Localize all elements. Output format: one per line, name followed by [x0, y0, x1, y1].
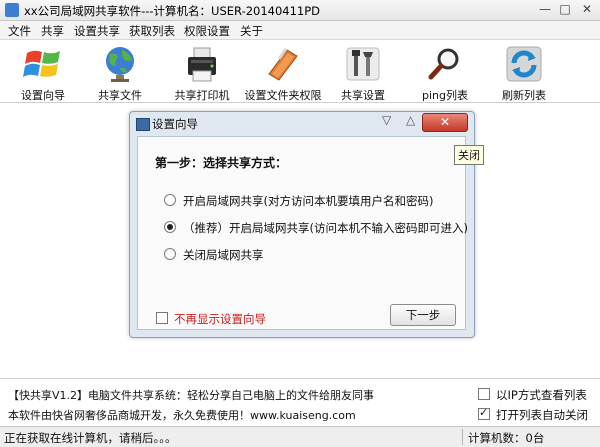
tool-setup-wizard[interactable]: 设置向导	[14, 42, 72, 102]
folder-lock-icon	[268, 47, 298, 81]
tool-label: 设置文件夹权限	[244, 89, 322, 102]
refresh-icon	[506, 46, 542, 82]
checkbox-box[interactable]	[156, 312, 168, 324]
setup-wizard-dialog: 设置向导 ▽ △ ✕ 第一步：选择共享方式： 开启局域网共享(对方访问本机要填用…	[129, 111, 475, 338]
option-label: 以IP方式查看列表	[496, 388, 587, 402]
tool-share-printer[interactable]: 共享打印机	[170, 42, 234, 102]
tool-label: 共享文件	[98, 89, 142, 102]
status-divider	[462, 429, 463, 445]
tools-icon	[346, 47, 380, 81]
menu-share[interactable]: 共享	[41, 23, 64, 39]
title-bar: xx公司局域网共享软件---计算机名：USER-20140411PD — □ ✕	[0, 0, 600, 21]
dont-show-label: 不再显示设置向导	[174, 312, 266, 326]
toolbar: 设置向导 共享文件 共享打印机 设置文件夹权限 共享设置 ping列表 刷新列表	[0, 40, 600, 103]
maximize-button[interactable]: □	[556, 2, 574, 17]
dialog-title: 设置向导	[152, 117, 198, 131]
menu-permissions[interactable]: 权限设置	[184, 23, 230, 39]
tool-ping-list[interactable]: ping列表	[418, 42, 472, 102]
dialog-body: 第一步：选择共享方式： 开启局域网共享(对方访问本机要填用户名和密码) （推荐）…	[137, 136, 468, 330]
tool-share-files[interactable]: 共享文件	[91, 42, 149, 102]
option-share-with-password[interactable]: 开启局域网共享(对方访问本机要填用户名和密码)	[164, 193, 433, 209]
tool-label: 共享设置	[341, 89, 385, 102]
close-tooltip: 关闭	[454, 145, 484, 165]
globe-icon	[106, 47, 134, 82]
option-label: 打开列表自动关闭	[496, 408, 588, 422]
product-description: 【快共享V1.2】电脑文件共享系统：轻松分享自己电脑上的文件给朋友同事	[8, 389, 375, 402]
tool-share-settings[interactable]: 共享设置	[336, 42, 390, 102]
windows-logo-icon	[23, 50, 60, 77]
dialog-app-icon	[136, 118, 150, 131]
close-button[interactable]: ✕	[578, 2, 596, 17]
view-by-ip-checkbox[interactable]: 以IP方式查看列表	[478, 387, 587, 403]
info-area: 【快共享V1.2】电脑文件共享系统：轻松分享自己电脑上的文件给朋友同事 本软件由…	[0, 378, 600, 427]
tool-label: 刷新列表	[502, 89, 546, 102]
step-heading: 第一步：选择共享方式：	[155, 156, 288, 170]
developer-info: 本软件由快省网奢侈品商城开发，永久免费使用！www.kuaiseng.com	[8, 409, 356, 422]
dialog-close-button[interactable]: ✕	[422, 113, 468, 132]
minimize-button[interactable]: —	[536, 2, 554, 17]
tool-label: ping列表	[422, 89, 468, 102]
auto-close-list-checkbox[interactable]: 打开列表自动关闭	[478, 406, 588, 423]
tool-label: 设置向导	[21, 89, 65, 102]
next-button[interactable]: 下一步	[390, 304, 456, 326]
option-label: 关闭局域网共享	[183, 248, 264, 262]
option-label: 开启局域网共享(对方访问本机要填用户名和密码)	[183, 194, 434, 208]
option-disable-share[interactable]: 关闭局域网共享	[164, 247, 264, 263]
window-title: xx公司局域网共享软件---计算机名：USER-20140411PD	[24, 4, 321, 18]
checkbox-box[interactable]	[478, 406, 490, 420]
magnifier-icon	[428, 48, 459, 80]
menu-file[interactable]: 文件	[8, 23, 31, 39]
menu-set-share[interactable]: 设置共享	[74, 23, 120, 39]
computer-count: 计算机数：0台	[468, 431, 545, 445]
option-share-no-password[interactable]: （推荐）开启局域网共享(访问本机不输入密码即可进入)	[164, 220, 468, 236]
tool-folder-permissions[interactable]: 设置文件夹权限	[242, 42, 324, 102]
checkbox-box[interactable]	[478, 388, 490, 400]
menu-bar: 文件 共享 设置共享 获取列表 权限设置 关于	[0, 21, 600, 40]
radio-button[interactable]	[164, 194, 176, 206]
printer-icon	[188, 47, 216, 82]
app-icon	[5, 3, 19, 17]
tool-label: 共享打印机	[174, 89, 230, 102]
menu-about[interactable]: 关于	[240, 23, 263, 39]
menu-get-list[interactable]: 获取列表	[129, 23, 175, 39]
dialog-maximize-button[interactable]: △	[406, 113, 415, 127]
option-label: （推荐）开启局域网共享(访问本机不输入密码即可进入)	[183, 221, 468, 235]
status-bar: 正在获取在线计算机，请稍后。。。 计算机数：0台	[0, 426, 600, 447]
tool-refresh-list[interactable]: 刷新列表	[496, 42, 552, 102]
radio-button[interactable]	[164, 221, 176, 233]
status-message: 正在获取在线计算机，请稍后。。。	[4, 431, 177, 445]
dialog-minimize-button[interactable]: ▽	[382, 113, 391, 127]
radio-button[interactable]	[164, 248, 176, 260]
dont-show-wizard-checkbox[interactable]: 不再显示设置向导	[156, 311, 266, 327]
